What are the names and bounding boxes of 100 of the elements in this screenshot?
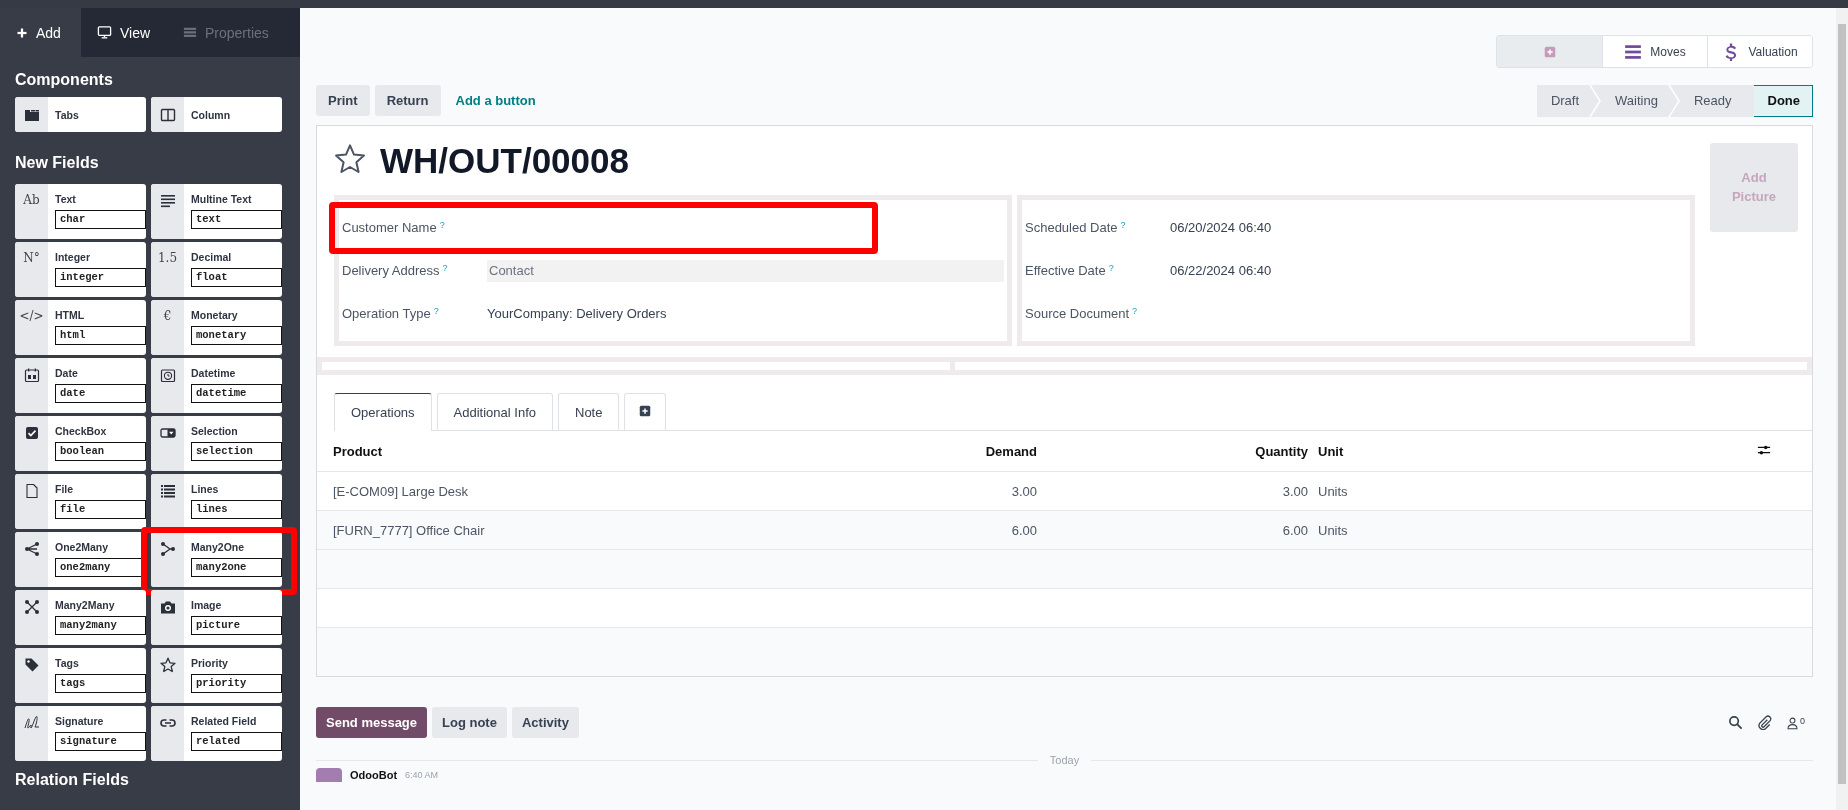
field-card[interactable]: Many2One many2one — [151, 532, 282, 587]
message-time: 6:40 AM — [405, 770, 439, 780]
field-card[interactable]: Many2Many many2many — [15, 590, 146, 645]
status-step[interactable]: Ready — [1679, 84, 1754, 117]
field-card[interactable]: Signature signature — [15, 706, 146, 761]
field-type-glyph: 1.5 — [157, 251, 178, 267]
file-icon — [23, 483, 40, 499]
header-button[interactable]: Return — [374, 85, 441, 116]
field-type-box: lines — [191, 500, 282, 519]
status-step[interactable]: Done — [1753, 84, 1813, 117]
field-card[interactable]: N° Integer integer — [15, 242, 146, 297]
smart-button[interactable]: Valuation — [1707, 36, 1812, 67]
chevron-icon — [1589, 84, 1602, 117]
field-card[interactable]: € Monetary monetary — [151, 300, 282, 355]
field-type-box: priority — [191, 674, 282, 693]
component-label: Tabs — [55, 108, 80, 121]
field-card[interactable]: CheckBox boolean — [15, 416, 146, 471]
field-card[interactable]: File file — [15, 474, 146, 529]
field-card[interactable]: Ab Text char — [15, 184, 146, 239]
field-card[interactable]: </> HTML html — [15, 300, 146, 355]
component-label: Column — [191, 108, 232, 121]
table-cell: 6.00 — [1042, 510, 1313, 550]
field-label: Source Document ? — [1025, 306, 1139, 321]
field-type-box: many2many — [55, 616, 146, 635]
notebook-tab[interactable]: Additional Info — [436, 393, 553, 430]
field-label: One2Many — [55, 541, 110, 553]
field-card[interactable]: Image picture — [151, 590, 282, 645]
notebook-tab[interactable]: Operations — [334, 393, 432, 431]
paperclip-icon — [1757, 715, 1772, 730]
field-type-box: char — [55, 210, 146, 229]
signature-icon — [23, 715, 40, 731]
field-card[interactable]: Date date — [15, 358, 146, 413]
field-label: Scheduled Date ? — [1025, 220, 1127, 235]
field-card[interactable]: Selection selection — [151, 416, 282, 471]
clock-icon — [159, 367, 176, 383]
chatter-button[interactable]: Log note — [432, 707, 507, 738]
field-label: Multine Text — [191, 193, 253, 205]
field-type-box: tags — [55, 674, 146, 693]
field-card[interactable]: Lines lines — [151, 474, 282, 529]
chatter-button[interactable]: Activity — [511, 707, 579, 738]
field-type-box: monetary — [191, 326, 282, 345]
add-button[interactable] — [1497, 36, 1602, 67]
field-card[interactable]: Priority priority — [151, 648, 282, 703]
field-type-box: picture — [191, 616, 282, 635]
field-label: Integer — [55, 251, 91, 263]
field-type-box: integer — [55, 268, 146, 287]
table-cell: Units — [1313, 510, 1752, 550]
table-cell: [FURN_7777] Office Chair — [317, 510, 832, 550]
field-card[interactable]: Multine Text text — [151, 184, 282, 239]
field-label: Datetime — [191, 367, 237, 379]
table-cell: 3.00 — [832, 471, 1042, 511]
sidebar-tab[interactable]: Add — [0, 8, 81, 57]
chevron-icon — [1667, 84, 1680, 117]
date-divider-label: Today — [1049, 754, 1080, 766]
field-label: Text — [55, 193, 77, 205]
header-button[interactable]: Print — [316, 85, 370, 116]
field-label: Date — [55, 367, 79, 379]
column-header[interactable]: Product — [317, 431, 832, 472]
component-card[interactable]: Tabs — [15, 97, 146, 132]
field-card[interactable]: Tags tags — [15, 648, 146, 703]
add-tab-button[interactable] — [624, 393, 667, 430]
field-label: Image — [191, 599, 223, 611]
user-icon — [1786, 715, 1799, 730]
field-type-box: datetime — [191, 384, 282, 403]
field-type-box: many2one — [191, 558, 282, 577]
table-cell: 3.00 — [1042, 471, 1313, 511]
field-type-box: html — [55, 326, 146, 345]
search-icon — [1728, 715, 1743, 730]
component-card[interactable]: Column — [151, 97, 282, 132]
column-header[interactable]: Demand — [832, 431, 1042, 472]
camera-icon — [159, 599, 176, 615]
scrollbar[interactable] — [1836, 8, 1848, 810]
record-title: WH/OUT/00008 — [380, 140, 629, 181]
plus-square-icon — [1543, 45, 1556, 58]
status-step[interactable]: Waiting — [1601, 84, 1680, 117]
field-label: Selection — [191, 425, 239, 437]
column-header[interactable]: Unit — [1313, 431, 1752, 472]
field-label: Customer Name ? — [342, 220, 446, 235]
chatter-button[interactable]: Send message — [316, 707, 428, 738]
field-label: Signature — [55, 715, 105, 727]
field-label: CheckBox — [55, 425, 108, 437]
smart-button[interactable]: Moves — [1602, 36, 1707, 67]
column-header[interactable]: Quantity — [1042, 431, 1313, 472]
star-outline-icon — [159, 657, 176, 673]
add-button-link[interactable]: Add a button — [455, 93, 536, 108]
field-card[interactable]: Datetime datetime — [151, 358, 282, 413]
field-card[interactable]: Related Field related — [151, 706, 282, 761]
sidebar-tab[interactable]: View — [81, 8, 167, 57]
notebook-tab[interactable]: Note — [558, 393, 620, 430]
stacked-bars-icon — [183, 25, 197, 40]
field-label: HTML — [55, 309, 86, 321]
input-field[interactable]: Contact — [487, 259, 1004, 282]
field-label: File — [55, 483, 75, 495]
branching-nodes-icon — [23, 541, 40, 557]
status-step[interactable]: Draft — [1536, 84, 1602, 117]
section-heading: New Fields — [15, 154, 100, 172]
field-type-box: file — [55, 500, 146, 519]
section-heading: Components — [15, 71, 114, 89]
field-label: Priority — [191, 657, 229, 669]
field-card[interactable]: 1.5 Decimal float — [151, 242, 282, 297]
